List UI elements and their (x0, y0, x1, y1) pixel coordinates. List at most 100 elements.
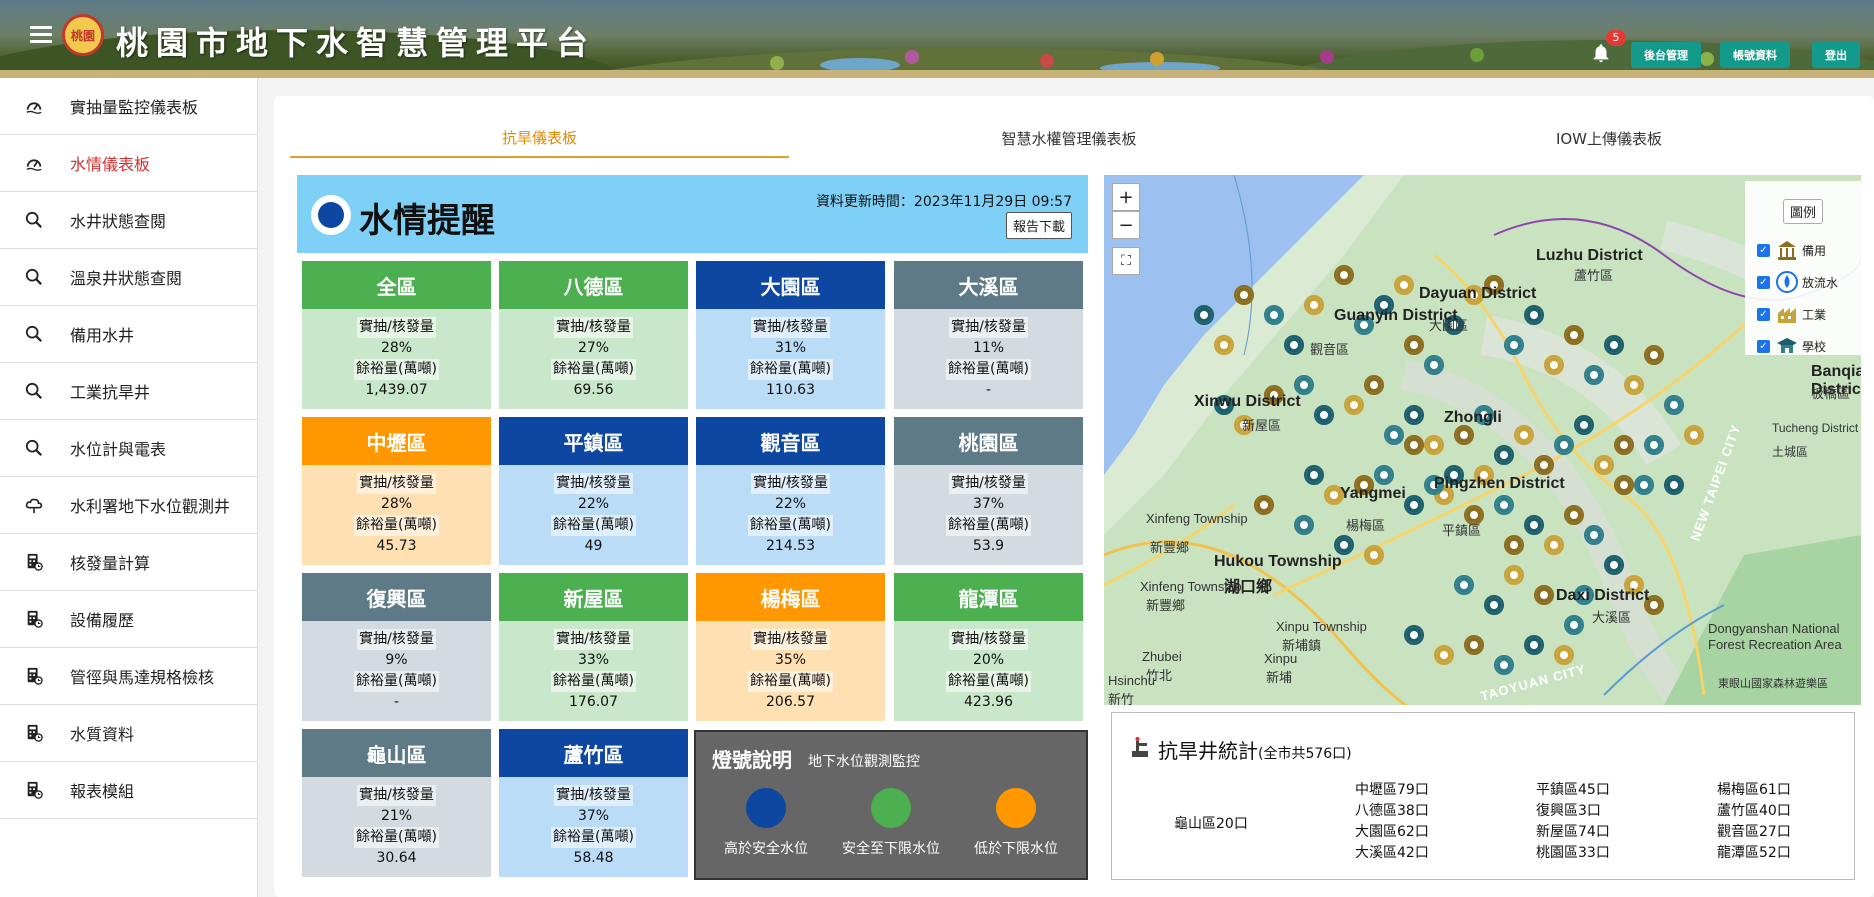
well-marker[interactable] (1454, 425, 1474, 445)
legend-item-school[interactable]: ✓ 學校 (1757, 335, 1826, 357)
report-download-button[interactable]: 報告下載 (1005, 212, 1072, 239)
well-marker[interactable] (1524, 305, 1544, 325)
well-marker[interactable] (1404, 405, 1424, 425)
well-marker[interactable] (1384, 425, 1404, 445)
district-card[interactable]: 楊梅區 實抽/核發量 35% 餘裕量(萬噸) 206.57 (696, 573, 885, 721)
well-marker[interactable] (1234, 285, 1254, 305)
legend-item-discharge[interactable]: ✓ 放流水 (1757, 271, 1838, 293)
well-marker[interactable] (1524, 515, 1544, 535)
well-marker[interactable] (1604, 335, 1624, 355)
well-marker[interactable] (1584, 365, 1604, 385)
well-marker[interactable] (1404, 495, 1424, 515)
district-card[interactable]: 蘆竹區 實抽/核發量 37% 餘裕量(萬噸) 58.48 (499, 729, 688, 877)
well-marker[interactable] (1214, 335, 1234, 355)
well-marker[interactable] (1504, 335, 1524, 355)
tab-iow-upload[interactable]: IOW上傳儀表板 (1349, 118, 1869, 158)
well-marker[interactable] (1604, 555, 1624, 575)
well-marker[interactable] (1434, 645, 1454, 665)
tab-drought[interactable]: 抗旱儀表板 (290, 118, 789, 158)
checkbox-backup[interactable]: ✓ (1757, 243, 1770, 257)
well-marker[interactable] (1584, 525, 1604, 545)
well-marker[interactable] (1254, 495, 1274, 515)
legend-item-industrial[interactable]: ✓ 工業 (1757, 303, 1826, 325)
well-marker[interactable] (1664, 475, 1684, 495)
well-marker[interactable] (1564, 505, 1584, 525)
well-marker[interactable] (1314, 405, 1334, 425)
district-card[interactable]: 全區 實抽/核發量 28% 餘裕量(萬噸) 1,439.07 (302, 261, 491, 409)
checkbox-school[interactable]: ✓ (1757, 339, 1770, 353)
well-marker[interactable] (1494, 495, 1514, 515)
well-marker[interactable] (1404, 335, 1424, 355)
well-marker[interactable] (1514, 425, 1534, 445)
zoom-out-button[interactable]: − (1112, 211, 1140, 239)
well-marker[interactable] (1264, 305, 1284, 325)
well-marker[interactable] (1334, 265, 1354, 285)
well-marker[interactable] (1284, 335, 1304, 355)
sidebar-item-0[interactable]: 實抽量監控儀表板 (0, 78, 257, 135)
well-marker[interactable] (1344, 395, 1364, 415)
well-marker[interactable] (1564, 325, 1584, 345)
zoom-in-button[interactable]: + (1112, 183, 1140, 211)
well-marker[interactable] (1504, 535, 1524, 555)
sidebar-item-11[interactable]: 水質資料 (0, 705, 257, 762)
sidebar-item-3[interactable]: 溫泉井狀態查閱 (0, 249, 257, 306)
well-marker[interactable] (1564, 615, 1584, 635)
well-marker[interactable] (1594, 455, 1614, 475)
well-marker[interactable] (1404, 435, 1424, 455)
well-marker[interactable] (1664, 395, 1684, 415)
district-card[interactable]: 大園區 實抽/核發量 31% 餘裕量(萬噸) 110.63 (696, 261, 885, 409)
district-card[interactable]: 新屋區 實抽/核發量 33% 餘裕量(萬噸) 176.07 (499, 573, 688, 721)
well-marker[interactable] (1644, 345, 1664, 365)
well-marker[interactable] (1364, 375, 1384, 395)
checkbox-industrial[interactable]: ✓ (1757, 307, 1770, 321)
well-marker[interactable] (1494, 445, 1514, 465)
sidebar-item-5[interactable]: 工業抗旱井 (0, 363, 257, 420)
sidebar-item-2[interactable]: 水井狀態查閱 (0, 192, 257, 249)
well-marker[interactable] (1374, 465, 1394, 485)
sidebar-item-8[interactable]: 核發量計算 (0, 534, 257, 591)
well-marker[interactable] (1614, 475, 1634, 495)
logout-button[interactable]: 登出 (1812, 42, 1860, 68)
account-button[interactable]: 帳號資料 (1720, 42, 1790, 68)
district-card[interactable]: 大溪區 實抽/核發量 11% 餘裕量(萬噸) - (894, 261, 1083, 409)
well-marker[interactable] (1294, 515, 1314, 535)
sidebar-item-4[interactable]: 備用水井 (0, 306, 257, 363)
sidebar-item-1[interactable]: 水情儀表板 (0, 135, 257, 192)
well-marker[interactable] (1194, 305, 1214, 325)
sidebar-item-6[interactable]: 水位計與電表 (0, 420, 257, 477)
well-marker[interactable] (1624, 375, 1644, 395)
checkbox-discharge[interactable]: ✓ (1757, 275, 1770, 289)
well-marker[interactable] (1544, 535, 1564, 555)
well-marker[interactable] (1544, 355, 1564, 375)
well-marker[interactable] (1394, 275, 1414, 295)
well-marker[interactable] (1364, 545, 1384, 565)
district-card[interactable]: 復興區 實抽/核發量 9% 餘裕量(萬噸) - (302, 573, 491, 721)
district-card[interactable]: 中壢區 實抽/核發量 28% 餘裕量(萬噸) 45.73 (302, 417, 491, 565)
well-marker[interactable] (1424, 435, 1444, 455)
well-marker[interactable] (1684, 425, 1704, 445)
bell-icon[interactable] (1590, 42, 1612, 64)
well-marker[interactable] (1614, 435, 1634, 455)
sidebar-item-7[interactable]: 水利署地下水位觀測井 (0, 477, 257, 534)
well-marker[interactable] (1534, 455, 1554, 475)
district-card[interactable]: 觀音區 實抽/核發量 22% 餘裕量(萬噸) 214.53 (696, 417, 885, 565)
well-marker[interactable] (1304, 465, 1324, 485)
sidebar-item-9[interactable]: 設備履歷 (0, 591, 257, 648)
well-marker[interactable] (1554, 645, 1574, 665)
well-marker[interactable] (1404, 625, 1424, 645)
well-marker[interactable] (1304, 295, 1324, 315)
well-marker[interactable] (1454, 575, 1474, 595)
sidebar-item-12[interactable]: 報表模組 (0, 762, 257, 819)
district-card[interactable]: 龜山區 實抽/核發量 21% 餘裕量(萬噸) 30.64 (302, 729, 491, 877)
well-marker[interactable] (1334, 535, 1354, 555)
district-card[interactable]: 桃園區 實抽/核發量 37% 餘裕量(萬噸) 53.9 (894, 417, 1083, 565)
well-marker[interactable] (1634, 475, 1654, 495)
menu-icon[interactable] (30, 26, 52, 48)
district-card[interactable]: 平鎮區 實抽/核發量 22% 餘裕量(萬噸) 49 (499, 417, 688, 565)
district-card[interactable]: 龍潭區 實抽/核發量 20% 餘裕量(萬噸) 423.96 (894, 573, 1083, 721)
well-marker[interactable] (1494, 655, 1514, 675)
well-marker[interactable] (1504, 565, 1524, 585)
well-marker[interactable] (1534, 585, 1554, 605)
well-marker[interactable] (1294, 375, 1314, 395)
well-marker[interactable] (1574, 415, 1594, 435)
